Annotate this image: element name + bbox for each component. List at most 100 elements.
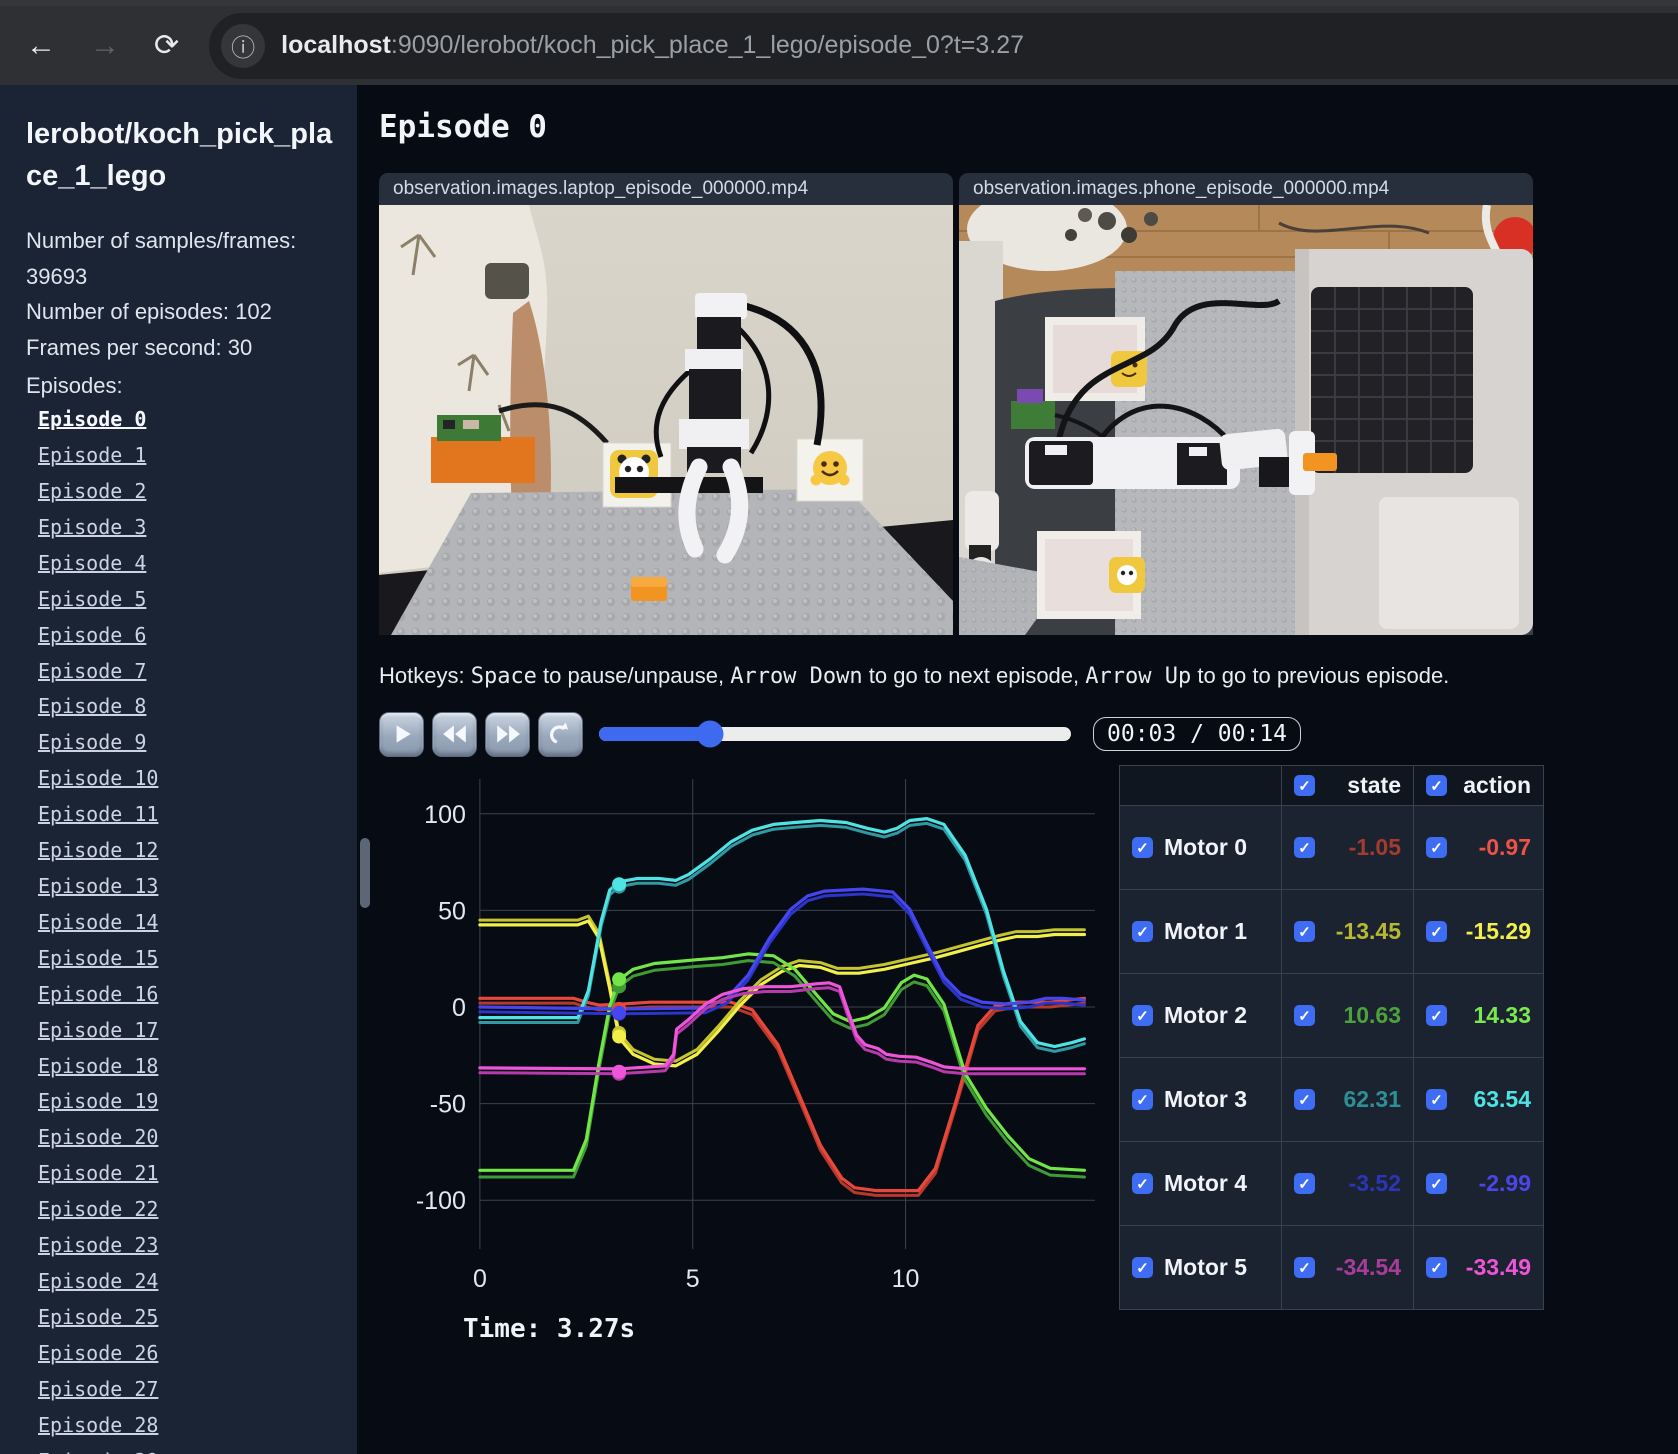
episode-list-item: Episode 6 bbox=[38, 619, 337, 655]
episode-link-9[interactable]: Episode 9 bbox=[38, 730, 146, 754]
checkbox-motor-4-state[interactable]: ✓ bbox=[1294, 1173, 1315, 1194]
episode-link-15[interactable]: Episode 15 bbox=[38, 946, 158, 970]
checkbox-motor-2-action[interactable]: ✓ bbox=[1426, 1005, 1447, 1026]
episode-link-29[interactable]: Episode 29 bbox=[38, 1449, 158, 1454]
checkbox-motor-2[interactable]: ✓ bbox=[1132, 1005, 1153, 1026]
episode-list-item: Episode 20 bbox=[38, 1121, 337, 1157]
url-bar[interactable]: ⓘ localhost:9090/lerobot/koch_pick_place… bbox=[209, 12, 1678, 79]
seek-slider-thumb[interactable] bbox=[696, 720, 724, 748]
episode-list-item: Episode 8 bbox=[38, 690, 337, 726]
video-laptop-scene bbox=[379, 205, 953, 635]
url-text: localhost:9090/lerobot/koch_pick_place_1… bbox=[281, 31, 1024, 60]
checkbox-motor-5-action[interactable]: ✓ bbox=[1426, 1257, 1447, 1278]
episode-list-item: Episode 9 bbox=[38, 726, 337, 762]
episode-link-25[interactable]: Episode 25 bbox=[38, 1305, 158, 1329]
chart-time-label: Time: 3.27s bbox=[463, 1314, 636, 1344]
episode-link-10[interactable]: Episode 10 bbox=[38, 766, 158, 790]
episode-list-item: Episode 24 bbox=[38, 1265, 337, 1301]
episode-link-17[interactable]: Episode 17 bbox=[38, 1018, 158, 1042]
episode-link-5[interactable]: Episode 5 bbox=[38, 587, 146, 611]
episode-link-19[interactable]: Episode 19 bbox=[38, 1089, 158, 1113]
episode-list-item: Episode 14 bbox=[38, 906, 337, 942]
episode-link-22[interactable]: Episode 22 bbox=[38, 1197, 158, 1221]
episode-link-28[interactable]: Episode 28 bbox=[38, 1413, 158, 1437]
video-laptop-caption: observation.images.laptop_episode_000000… bbox=[379, 173, 953, 205]
checkbox-motor-1-action[interactable]: ✓ bbox=[1426, 921, 1447, 942]
seek-slider[interactable] bbox=[599, 720, 1071, 748]
motor-chart[interactable]: 100 50 0 -50 -100 0 5 10 Time: 3.27s bbox=[379, 765, 1109, 1344]
fast-forward-button[interactable] bbox=[485, 711, 530, 757]
loop-button[interactable] bbox=[538, 711, 583, 757]
episode-list-item: Episode 5 bbox=[38, 583, 337, 619]
reload-icon[interactable]: ⟳ bbox=[154, 30, 179, 61]
episode-link-18[interactable]: Episode 18 bbox=[38, 1054, 158, 1078]
checkbox-motor-5[interactable]: ✓ bbox=[1132, 1257, 1153, 1278]
checkbox-motor-4[interactable]: ✓ bbox=[1132, 1173, 1153, 1194]
back-icon[interactable]: ← bbox=[26, 30, 56, 61]
episodes-label: Episodes: bbox=[26, 372, 123, 398]
checkbox-motor-5-state[interactable]: ✓ bbox=[1294, 1257, 1315, 1278]
motor-row-5: ✓ Motor 5 ✓ -34.54 ✓ -33.49 bbox=[1119, 1225, 1544, 1310]
fast-forward-icon bbox=[496, 725, 520, 743]
checkbox-motor-2-state[interactable]: ✓ bbox=[1294, 1005, 1315, 1026]
episode-link-1[interactable]: Episode 1 bbox=[38, 443, 146, 467]
checkbox-motor-1[interactable]: ✓ bbox=[1132, 921, 1153, 942]
episode-link-27[interactable]: Episode 27 bbox=[38, 1377, 158, 1401]
checkbox-motor-3-action[interactable]: ✓ bbox=[1426, 1089, 1447, 1110]
motor-name: Motor 3 bbox=[1164, 1086, 1248, 1112]
motor-row-0: ✓ Motor 0 ✓ -1.05 ✓ -0.97 bbox=[1119, 805, 1544, 890]
episode-list-item: Episode 28 bbox=[38, 1409, 337, 1445]
rewind-button[interactable] bbox=[432, 711, 477, 757]
forward-icon[interactable]: → bbox=[90, 30, 120, 61]
checkbox-motor-0[interactable]: ✓ bbox=[1132, 837, 1153, 858]
episode-list-item: Episode 13 bbox=[38, 870, 337, 906]
action-header-label: action bbox=[1463, 772, 1531, 798]
episode-link-12[interactable]: Episode 12 bbox=[38, 838, 158, 862]
episode-link-11[interactable]: Episode 11 bbox=[38, 802, 158, 826]
episode-link-23[interactable]: Episode 23 bbox=[38, 1233, 158, 1257]
svg-text:0: 0 bbox=[452, 994, 466, 1022]
svg-text:100: 100 bbox=[424, 801, 466, 829]
rewind-icon bbox=[442, 725, 466, 743]
svg-text:-50: -50 bbox=[430, 1091, 466, 1119]
play-button[interactable] bbox=[379, 711, 424, 757]
episode-link-20[interactable]: Episode 20 bbox=[38, 1125, 158, 1149]
checkbox-action-all[interactable]: ✓ bbox=[1426, 775, 1447, 796]
episode-link-4[interactable]: Episode 4 bbox=[38, 551, 146, 575]
sidebar-scrollbar-thumb[interactable] bbox=[360, 838, 370, 908]
seek-slider-fill bbox=[599, 727, 710, 741]
video-phone[interactable]: observation.images.phone_episode_000000.… bbox=[959, 173, 1533, 635]
checkbox-state-all[interactable]: ✓ bbox=[1294, 775, 1315, 796]
episode-link-8[interactable]: Episode 8 bbox=[38, 694, 146, 718]
episode-link-14[interactable]: Episode 14 bbox=[38, 910, 158, 934]
episode-link-7[interactable]: Episode 7 bbox=[38, 659, 146, 683]
episode-list-item: Episode 2 bbox=[38, 475, 337, 511]
episode-link-21[interactable]: Episode 21 bbox=[38, 1161, 158, 1185]
episode-link-0[interactable]: Episode 0 bbox=[38, 407, 146, 431]
checkbox-motor-4-action[interactable]: ✓ bbox=[1426, 1173, 1447, 1194]
checkbox-motor-1-state[interactable]: ✓ bbox=[1294, 921, 1315, 942]
motor-name: Motor 5 bbox=[1164, 1254, 1248, 1280]
episode-link-6[interactable]: Episode 6 bbox=[38, 623, 146, 647]
motor-action-value: -0.97 bbox=[1478, 834, 1531, 860]
episode-list-item: Episode 18 bbox=[38, 1050, 337, 1086]
episode-link-3[interactable]: Episode 3 bbox=[38, 515, 146, 539]
episode-link-24[interactable]: Episode 24 bbox=[38, 1269, 158, 1293]
checkbox-motor-3-state[interactable]: ✓ bbox=[1294, 1089, 1315, 1110]
episode-link-2[interactable]: Episode 2 bbox=[38, 479, 146, 503]
checkbox-motor-0-action[interactable]: ✓ bbox=[1426, 837, 1447, 858]
episode-list-item: Episode 23 bbox=[38, 1229, 337, 1265]
checkbox-motor-0-state[interactable]: ✓ bbox=[1294, 837, 1315, 858]
video-laptop[interactable]: observation.images.laptop_episode_000000… bbox=[379, 173, 953, 635]
video-phone-scene bbox=[959, 205, 1533, 635]
svg-text:0: 0 bbox=[473, 1265, 487, 1293]
episode-list-item: Episode 12 bbox=[38, 834, 337, 870]
site-info-icon[interactable]: ⓘ bbox=[221, 23, 266, 68]
episode-list-item: Episode 11 bbox=[38, 798, 337, 834]
svg-text:-100: -100 bbox=[416, 1187, 466, 1215]
episode-link-26[interactable]: Episode 26 bbox=[38, 1341, 158, 1365]
episode-link-13[interactable]: Episode 13 bbox=[38, 874, 158, 898]
episode-link-16[interactable]: Episode 16 bbox=[38, 982, 158, 1006]
episode-list-item: Episode 25 bbox=[38, 1301, 337, 1337]
checkbox-motor-3[interactable]: ✓ bbox=[1132, 1089, 1153, 1110]
